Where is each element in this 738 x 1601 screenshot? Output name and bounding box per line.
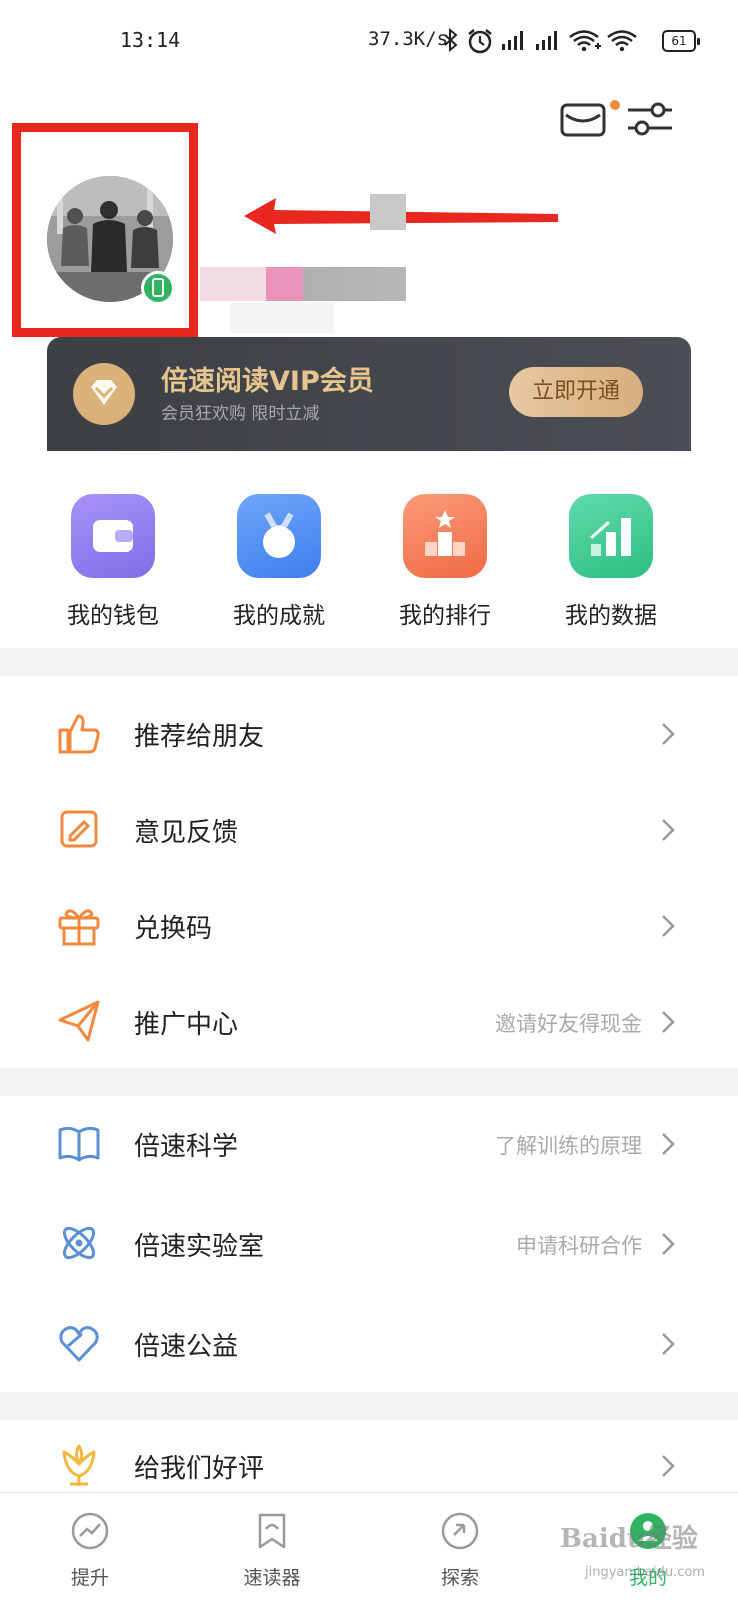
menu-label: 推广中心: [134, 1010, 239, 1040]
menu-item-science[interactable]: 倍速科学 了解训练的原理: [0, 1096, 738, 1192]
nav-label: 提升: [70, 1567, 109, 1589]
medal-icon: [237, 494, 321, 578]
nav-tab-explore[interactable]: 探索: [400, 1493, 520, 1601]
menu-item-feedback[interactable]: 意见反馈: [0, 782, 738, 878]
bookmark-icon: [258, 1513, 286, 1549]
podium-icon: [403, 494, 487, 578]
menu-hint: 邀请好友得现金: [495, 1012, 642, 1036]
quick-action-label: 我的钱包: [67, 603, 159, 629]
chevron-right-icon: [662, 1333, 675, 1355]
wallet-icon: [71, 494, 155, 578]
menu-label: 给我们好评: [134, 1454, 265, 1484]
vip-subtitle: 会员狂欢购 限时立减: [161, 404, 320, 424]
quick-action-ranking[interactable]: 我的排行: [360, 494, 530, 630]
highlight-box: [12, 123, 198, 337]
section-divider: [0, 1068, 738, 1096]
menu-item-charity[interactable]: 倍速公益: [0, 1296, 738, 1392]
chevron-right-icon: [662, 915, 675, 937]
menu-item-redeem[interactable]: 兑换码: [0, 878, 738, 974]
atom-icon: [62, 1226, 96, 1260]
quick-action-data[interactable]: 我的数据: [526, 494, 696, 630]
gift-icon: [58, 909, 100, 946]
section-divider: [0, 648, 738, 676]
blurred-username: [370, 194, 406, 230]
section-divider: [0, 1392, 738, 1420]
heart-icon: [59, 1326, 99, 1362]
menu-item-rate-us[interactable]: 给我们好评: [0, 1418, 738, 1492]
nav-label: 速读器: [243, 1567, 301, 1589]
quick-action-achievement[interactable]: 我的成就: [194, 494, 364, 630]
quick-action-label: 我的成就: [233, 603, 325, 629]
menu-item-promotion[interactable]: 推广中心 邀请好友得现金: [0, 974, 738, 1070]
status-time: 13:14: [120, 28, 181, 52]
blurred-user-info: [200, 267, 406, 301]
watermark-logo: Baidu经验: [560, 1524, 698, 1554]
alarm-icon: [468, 29, 492, 54]
menu-label: 推荐给朋友: [134, 722, 265, 752]
battery-indicator: 61: [662, 30, 700, 52]
vip-open-button[interactable]: 立即开通: [509, 367, 643, 417]
menu-hint: 申请科研合作: [516, 1234, 642, 1258]
signal-2-icon: [536, 31, 557, 50]
notification-dot: [610, 100, 620, 110]
vip-diamond-icon: [73, 363, 135, 425]
menu-hint: 了解训练的原理: [495, 1134, 642, 1158]
chevron-right-icon: [662, 1011, 675, 1033]
blurred-user-extra: [230, 303, 334, 333]
signal-1-icon: [502, 31, 523, 50]
wifi-plus-icon: [569, 30, 601, 52]
watermark-url: jingyan.baidu.com: [585, 1565, 705, 1580]
menu-item-lab[interactable]: 倍速实验室 申请科研合作: [0, 1196, 738, 1292]
vip-title: 倍速阅读VIP会员: [161, 366, 374, 397]
menu-item-recommend[interactable]: 推荐给朋友: [0, 686, 738, 782]
paper-plane-icon: [58, 1000, 100, 1042]
wifi-icon: [607, 30, 637, 52]
nav-tab-reader[interactable]: 速读器: [212, 1493, 332, 1601]
chevron-right-icon: [662, 1233, 675, 1255]
status-bar: 13:14 37.3K/s 61: [0, 0, 738, 80]
quick-action-label: 我的排行: [399, 603, 491, 629]
chevron-right-icon: [662, 723, 675, 745]
bluetooth-icon: [444, 28, 458, 52]
menu-label: 意见反馈: [134, 818, 239, 848]
nav-tab-improve[interactable]: 提升: [30, 1493, 150, 1601]
menu-label: 兑换码: [134, 914, 213, 944]
message-icon[interactable]: [560, 103, 606, 137]
vip-banner[interactable]: 倍速阅读VIP会员 会员狂欢购 限时立减 立即开通: [47, 337, 691, 451]
flower-icon: [62, 1444, 96, 1486]
quick-action-label: 我的数据: [565, 603, 657, 629]
menu-label: 倍速科学: [134, 1132, 239, 1162]
menu-label: 倍速实验室: [134, 1232, 265, 1262]
thumbs-up-icon: [58, 714, 100, 754]
chevron-right-icon: [662, 819, 675, 841]
menu-label: 倍速公益: [134, 1332, 239, 1362]
book-icon: [58, 1126, 100, 1162]
nav-label: 探索: [440, 1567, 479, 1589]
chart-icon: [569, 494, 653, 578]
quick-action-wallet[interactable]: 我的钱包: [28, 494, 198, 630]
compass-icon: [441, 1512, 479, 1550]
edit-note-icon: [60, 810, 98, 848]
chevron-right-icon: [662, 1133, 675, 1155]
chevron-right-icon: [662, 1455, 675, 1477]
trend-icon: [71, 1512, 109, 1550]
status-net-speed: 37.3K/s: [368, 28, 449, 50]
settings-sliders-icon[interactable]: [626, 100, 674, 138]
